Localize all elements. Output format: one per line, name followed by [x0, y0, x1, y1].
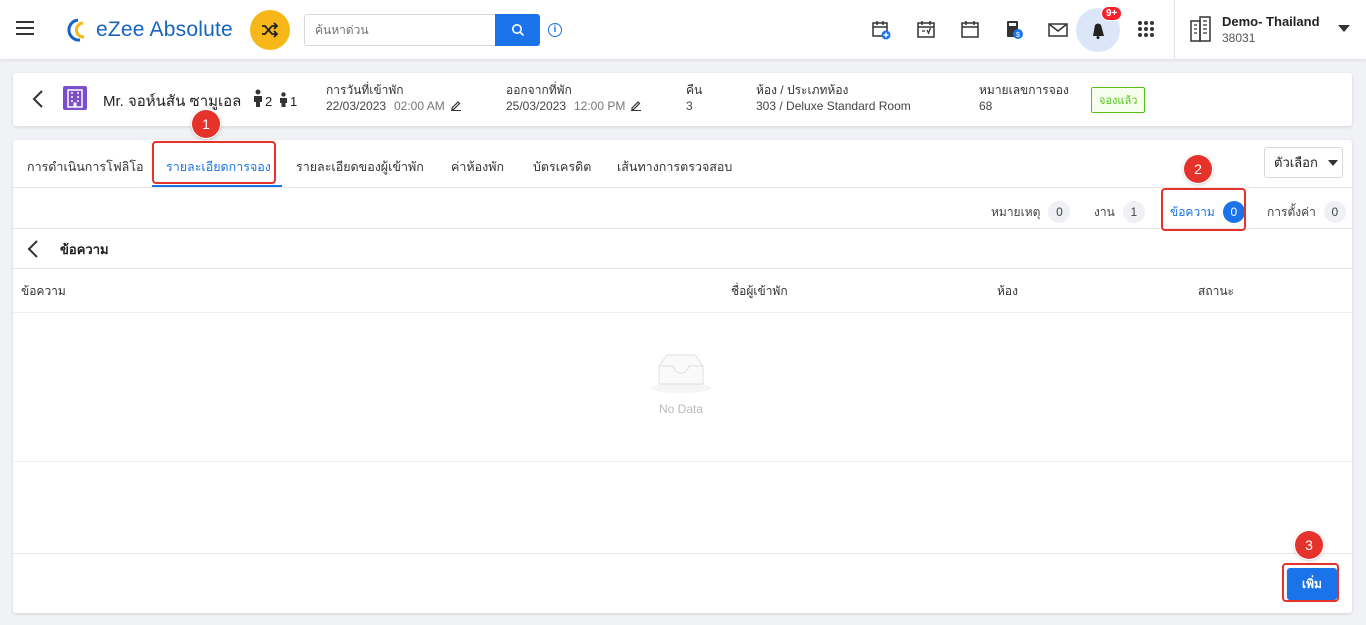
- property-name: Demo- Thailand: [1222, 14, 1320, 29]
- edit-checkout-icon[interactable]: [630, 99, 642, 111]
- search-button[interactable]: [495, 14, 540, 46]
- column-header-guest-name[interactable]: ชื่อผู้เข้าพัก: [731, 282, 788, 301]
- mail-icon[interactable]: [1047, 19, 1069, 41]
- info-icon[interactable]: i: [548, 23, 562, 37]
- checkin-label: การวันที่เข้าพัก: [326, 83, 404, 97]
- arrivals-calendar-icon[interactable]: [915, 19, 937, 41]
- billing-icon[interactable]: $: [1003, 19, 1025, 41]
- child-icon: [280, 92, 287, 107]
- empty-inbox-icon: [651, 354, 711, 393]
- shuffle-button[interactable]: [250, 10, 290, 50]
- highlight-box-booking-tab: [152, 141, 276, 184]
- checkin-time: 02:00 AM: [394, 99, 445, 113]
- apps-grid-icon[interactable]: [1138, 21, 1155, 38]
- count-badge: 1: [1122, 201, 1145, 223]
- tab-folio-operations[interactable]: การดำเนินการโฟลิโอ: [27, 157, 144, 177]
- tab-credit-card[interactable]: บัตรเครดิต: [533, 157, 591, 177]
- ezee-logo-icon: [67, 18, 85, 42]
- search-icon: [511, 24, 524, 37]
- guest-name[interactable]: Mr. จอห์นสัน ซามูเอล: [103, 89, 241, 113]
- edit-checkin-icon[interactable]: [450, 99, 462, 111]
- bell-icon: [1093, 23, 1104, 39]
- checkout-label: ออกจากที่พัก: [506, 83, 572, 97]
- nights-value: 3: [686, 99, 693, 113]
- section-title: ข้อความ: [60, 242, 109, 257]
- options-dropdown[interactable]: ตัวเลือก: [1264, 147, 1343, 178]
- app-logo[interactable]: eZee Absolute: [64, 15, 233, 45]
- callout-1: 1: [192, 110, 220, 138]
- reservation-no: 68: [979, 99, 993, 113]
- tab-audit-trail[interactable]: เส้นทางการตรวจสอบ: [617, 157, 732, 177]
- reservation-panel: การดำเนินการโฟลิโอ รายละเอียดการจอง รายล…: [13, 140, 1352, 613]
- nights-label: คืน: [686, 83, 703, 97]
- search-input[interactable]: [304, 14, 496, 46]
- adult-icon: [254, 89, 262, 107]
- divider: [13, 187, 1352, 188]
- callout-2: 2: [1184, 155, 1212, 183]
- app-brand: eZee Absolute: [96, 18, 233, 41]
- column-header-message[interactable]: ข้อความ: [21, 282, 66, 301]
- callout-3: 3: [1295, 531, 1323, 559]
- highlight-box-messages: [1161, 188, 1246, 231]
- shuffle-icon: [262, 22, 279, 38]
- calendar-icon[interactable]: [959, 19, 981, 41]
- column-header-status[interactable]: สถานะ: [1198, 282, 1234, 301]
- count-badge: 0: [1048, 201, 1071, 223]
- back-arrow-icon[interactable]: [32, 90, 44, 108]
- divider: [13, 312, 1352, 313]
- column-header-room[interactable]: ห้อง: [997, 282, 1018, 301]
- new-reservation-icon[interactable]: [870, 19, 892, 41]
- back-arrow-icon[interactable]: [27, 240, 39, 258]
- subtab-label: หมายเหตุ: [991, 204, 1041, 219]
- caret-down-icon: [1327, 159, 1338, 166]
- divider: [13, 228, 1352, 229]
- divider: [13, 553, 1352, 554]
- property-code: 38031: [1222, 31, 1256, 45]
- top-bar: eZee Absolute i $ 9+ Demo- Thailand 3803…: [0, 0, 1366, 60]
- subtab-label: งาน: [1094, 204, 1115, 219]
- tab-room-charges[interactable]: ค่าห้องพัก: [451, 157, 504, 177]
- tab-guest-details[interactable]: รายละเอียดของผู้เข้าพัก: [296, 157, 424, 177]
- notification-badge: 9+: [1101, 6, 1123, 21]
- highlight-box-add: [1282, 563, 1339, 602]
- menu-icon[interactable]: [16, 21, 34, 35]
- count-badge: 0: [1323, 201, 1346, 223]
- empty-state-text: No Data: [659, 402, 704, 416]
- divider: [13, 268, 1352, 269]
- building-icon: [1190, 16, 1211, 42]
- adult-count: 2: [265, 94, 273, 109]
- checkin-date: 22/03/2023: [326, 99, 387, 113]
- checkout-date: 25/03/2023: [506, 99, 567, 113]
- subtab-settings[interactable]: การตั้งค่า 0: [1267, 201, 1346, 223]
- checkout-time: 12:00 PM: [574, 99, 626, 113]
- divider: [1174, 0, 1175, 60]
- subtab-label: การตั้งค่า: [1267, 204, 1316, 219]
- room-value: 303 / Deluxe Standard Room: [756, 99, 911, 113]
- options-label: ตัวเลือก: [1274, 155, 1318, 170]
- status-badge: จองแล้ว: [1091, 87, 1146, 113]
- room-label: ห้อง / ประเภทห้อง: [756, 83, 849, 97]
- subtab-remarks[interactable]: หมายเหตุ 0: [991, 201, 1071, 223]
- chevron-down-icon[interactable]: [1338, 25, 1350, 32]
- svg-text:$: $: [1016, 32, 1020, 39]
- subtab-tasks[interactable]: งาน 1: [1094, 201, 1145, 223]
- child-count: 1: [290, 94, 298, 109]
- reservation-no-label: หมายเลขการจอง: [979, 83, 1069, 97]
- divider: [13, 461, 1352, 462]
- hotel-icon: [63, 86, 87, 110]
